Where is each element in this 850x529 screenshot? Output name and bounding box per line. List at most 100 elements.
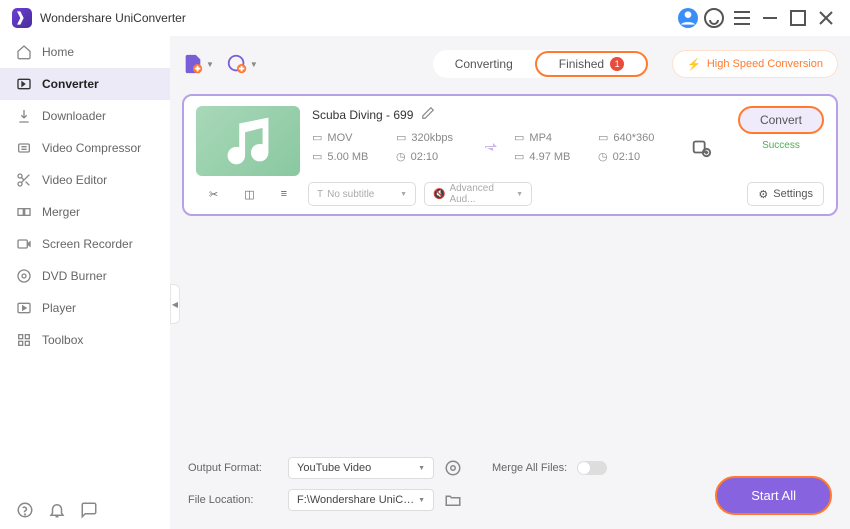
sidebar-item-merger[interactable]: Merger [0,196,170,228]
chevron-down-icon: ▼ [516,191,523,198]
dst-format: MP4 [529,132,552,144]
support-icon[interactable] [702,6,726,30]
cut-icon[interactable]: ✂ [209,188,218,201]
sidebar-item-downloader[interactable]: Downloader [0,100,170,132]
add-file-button[interactable]: ▼ [182,53,214,75]
gear-icon: ⚙ [758,188,768,201]
scissors-icon [16,172,32,188]
preview-icon[interactable] [444,459,462,477]
sidebar-item-label: Downloader [42,109,106,123]
bitrate-icon: ▭ [396,131,406,144]
thumbnail[interactable] [196,106,300,176]
help-icon[interactable] [16,501,34,519]
sidebar-item-label: Player [42,301,76,315]
high-speed-toggle[interactable]: ⚡ High Speed Conversion [672,50,838,78]
audio-select[interactable]: 🔇 Advanced Aud... ▼ [424,182,532,206]
menu-icon[interactable] [730,6,754,30]
folder-icon: ▭ [312,150,322,163]
sidebar-item-label: DVD Burner [42,269,107,283]
sidebar-item-label: Merger [42,205,80,219]
crop-icon[interactable]: ◫ [244,188,254,201]
sidebar-item-label: Video Editor [42,173,107,187]
sidebar-item-label: Converter [42,77,99,91]
src-duration: 02:10 [411,151,439,163]
file-location-select[interactable]: F:\Wondershare UniConverter ▼ [288,489,434,511]
converter-icon [16,76,32,92]
settings-label: Settings [773,188,813,200]
file-card: Scuba Diving - 699 ▭MOV ▭5.00 MB ▭320kbp… [182,94,838,216]
app-title: Wondershare UniConverter [40,11,186,25]
grid-icon [16,332,32,348]
download-icon [16,108,32,124]
chevron-down-icon: ▼ [418,465,425,472]
chevron-down-icon: ▼ [400,191,407,198]
file-plus-icon [182,53,204,75]
chevron-down-icon: ▼ [250,60,258,69]
tab-label: Finished [559,57,604,71]
sidebar-item-dvd[interactable]: DVD Burner [0,260,170,292]
sidebar-item-label: Home [42,45,74,59]
output-format-label: Output Format: [188,462,278,474]
output-format-value: YouTube Video [297,462,371,474]
start-all-button[interactable]: Start All [715,476,832,515]
clock-icon: ◷ [598,150,608,163]
output-format-select[interactable]: YouTube Video ▼ [288,457,434,479]
app-logo [12,8,32,28]
tab-group: Converting Finished 1 [433,50,648,78]
sidebar-item-label: Video Compressor [42,141,141,155]
dst-duration: 02:10 [613,151,641,163]
merger-icon [16,204,32,220]
sidebar-item-converter[interactable]: Converter [0,68,170,100]
sidebar-item-player[interactable]: Player [0,292,170,324]
dst-resolution: 640*360 [613,132,654,144]
edit-icon[interactable] [421,106,435,123]
sidebar-item-editor[interactable]: Video Editor [0,164,170,196]
chevron-down-icon: ▼ [418,497,425,504]
maximize-button[interactable] [786,6,810,30]
arrow-right-icon [480,135,504,159]
minimize-button[interactable] [758,6,782,30]
chevron-down-icon: ▼ [206,60,214,69]
subtitle-icon: T [317,189,323,200]
toolbar: ▼ ▼ Converting Finished 1 ⚡ High Speed C… [182,44,838,84]
content-area: ▼ ▼ Converting Finished 1 ⚡ High Speed C… [170,36,850,529]
output-settings-icon[interactable] [690,136,712,158]
compressor-icon [16,140,32,156]
mute-icon: 🔇 [433,189,445,200]
play-icon [16,300,32,316]
resolution-icon: ▭ [598,131,608,144]
merge-label: Merge All Files: [492,462,567,474]
subtitle-select[interactable]: T No subtitle ▼ [308,182,416,206]
merge-toggle[interactable] [577,461,607,475]
dst-size: 4.97 MB [529,151,570,163]
sidebar-item-label: Screen Recorder [42,237,133,251]
convert-button[interactable]: Convert [738,106,824,134]
bell-icon[interactable] [48,501,66,519]
tab-converting[interactable]: Converting [433,51,535,77]
disc-icon [16,268,32,284]
subtitle-value: No subtitle [327,189,374,200]
tab-finished[interactable]: Finished 1 [535,51,648,77]
src-size: 5.00 MB [327,151,368,163]
tab-label: Converting [455,57,513,71]
sidebar-item-compressor[interactable]: Video Compressor [0,132,170,164]
list-icon[interactable]: ≡ [281,188,287,201]
user-avatar[interactable] [678,8,698,28]
folder-icon: ▭ [514,150,524,163]
file-location-label: File Location: [188,494,278,506]
add-url-button[interactable]: ▼ [226,53,258,75]
recorder-icon [16,236,32,252]
sidebar-item-home[interactable]: Home [0,36,170,68]
open-folder-icon[interactable] [444,491,462,509]
feedback-icon[interactable] [80,501,98,519]
bolt-icon: ⚡ [687,58,701,71]
sidebar-item-recorder[interactable]: Screen Recorder [0,228,170,260]
sidebar-item-toolbox[interactable]: Toolbox [0,324,170,356]
settings-button[interactable]: ⚙ Settings [747,182,824,206]
close-button[interactable] [814,6,838,30]
audio-value: Advanced Aud... [449,183,512,205]
titlebar: Wondershare UniConverter [0,0,850,36]
clock-icon: ◷ [396,150,406,163]
film-icon: ▭ [514,131,524,144]
hsc-label: High Speed Conversion [707,58,823,70]
